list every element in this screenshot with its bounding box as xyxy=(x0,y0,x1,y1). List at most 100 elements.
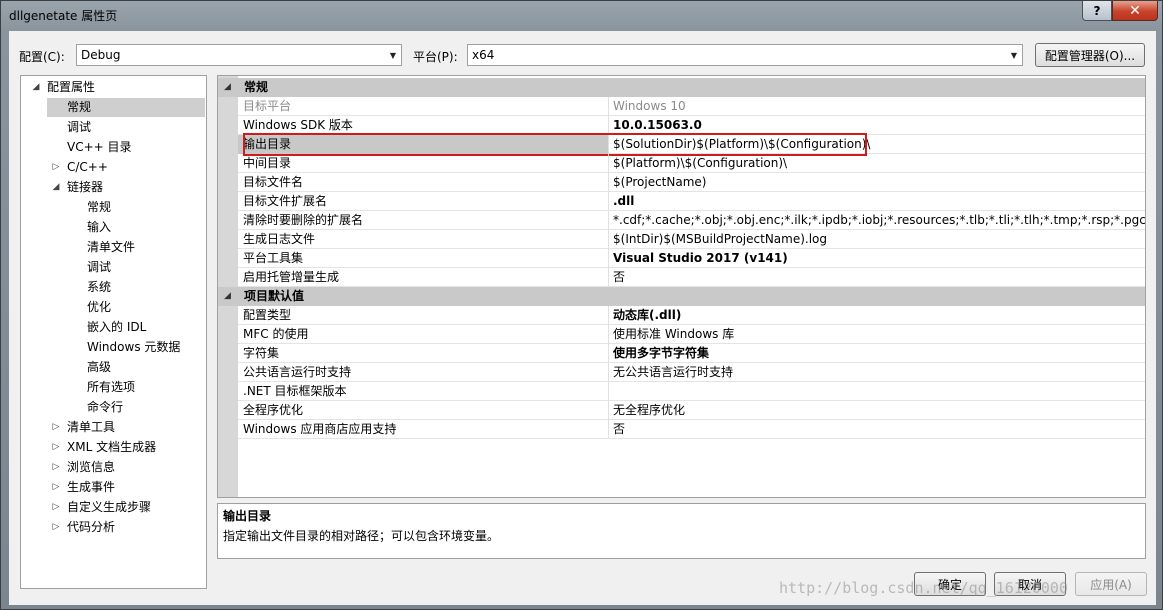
properties-dialog: dllgenetate 属性页 ? ✕ 配置(C): Debug ▼ 平台(P)… xyxy=(0,0,1163,610)
tree-item[interactable]: 代码分析 xyxy=(67,518,115,537)
tree-item[interactable]: 高级 xyxy=(87,358,111,377)
window-title: dllgenetate 属性页 xyxy=(9,9,118,23)
property-name: 全程序优化 xyxy=(238,401,609,420)
tree-item[interactable]: 优化 xyxy=(87,298,111,317)
property-name: 目标文件扩展名 xyxy=(238,192,609,211)
property-value[interactable]: $(ProjectName) xyxy=(610,173,1145,192)
property-name: 目标平台 xyxy=(238,97,609,116)
property-value[interactable]: 动态库(.dll) xyxy=(610,306,1145,325)
property-value[interactable]: 否 xyxy=(610,420,1145,439)
tree-item[interactable]: 所有选项 xyxy=(87,378,135,397)
property-row[interactable]: 公共语言运行时支持 无公共语言运行时支持 xyxy=(238,363,1145,382)
platform-label: 平台(P): xyxy=(413,50,458,64)
tree-item[interactable]: 链接器 xyxy=(67,178,103,197)
tree-item[interactable]: 嵌入的 IDL xyxy=(87,318,146,337)
property-name: 生成日志文件 xyxy=(238,230,609,249)
property-value[interactable]: .dll xyxy=(610,192,1145,211)
property-value[interactable]: 无全程序优化 xyxy=(610,401,1145,420)
platform-dropdown[interactable]: x64 ▼ xyxy=(467,44,1023,66)
title-bar[interactable]: dllgenetate 属性页 ? ✕ xyxy=(1,1,1162,31)
tree-item[interactable]: 输入 xyxy=(87,218,111,237)
expanded-triangle-icon[interactable]: ◢ xyxy=(224,287,231,306)
property-row[interactable]: 配置类型 动态库(.dll) xyxy=(238,306,1145,325)
property-row[interactable]: 目标平台 Windows 10 xyxy=(238,97,1145,116)
collapsed-triangle-icon[interactable]: ▷ xyxy=(51,462,61,472)
close-button[interactable]: ✕ xyxy=(1112,1,1158,21)
property-name: 中间目录 xyxy=(238,154,609,173)
title-bar-buttons: ? ✕ xyxy=(1082,1,1158,21)
collapsed-triangle-icon[interactable]: ▷ xyxy=(51,442,61,452)
chevron-down-icon: ▼ xyxy=(389,50,397,60)
tree-item[interactable]: 浏览信息 xyxy=(67,458,115,477)
collapsed-triangle-icon[interactable]: ▷ xyxy=(51,522,61,532)
collapsed-triangle-icon[interactable]: ▷ xyxy=(51,502,61,512)
watermark: http://blog.csdn.net/qq_16120000 xyxy=(779,579,1068,597)
tree-item[interactable]: VC++ 目录 xyxy=(67,138,132,157)
tree-item[interactable]: 系统 xyxy=(87,278,111,297)
property-tree[interactable]: ◢ 配置属性 常规 调试 VC++ 目录 ▷ C/C++ ◢ 链接器 常规 输入 清单文件 调试 系统 优化… xyxy=(20,75,207,589)
property-value[interactable]: 否 xyxy=(610,268,1145,287)
property-row[interactable]: Windows SDK 版本 10.0.15063.0 xyxy=(238,116,1145,135)
property-value[interactable]: 使用多字节字符集 xyxy=(610,344,1145,363)
collapsed-triangle-icon[interactable]: ▷ xyxy=(51,482,61,492)
property-row[interactable]: 生成日志文件 $(IntDir)$(MSBuildProjectName).log xyxy=(238,230,1145,249)
property-name: 目标文件名 xyxy=(238,173,609,192)
property-value[interactable]: $(IntDir)$(MSBuildProjectName).log xyxy=(610,230,1145,249)
tree-item[interactable]: 清单工具 xyxy=(67,418,115,437)
expanded-triangle-icon[interactable]: ◢ xyxy=(224,78,231,97)
tree-item[interactable]: 常规 xyxy=(87,198,111,217)
tree-item[interactable]: 生成事件 xyxy=(67,478,115,497)
property-value[interactable]: 10.0.15063.0 xyxy=(610,116,1145,135)
category-header[interactable]: ◢ 项目默认值 xyxy=(218,287,1145,306)
property-value[interactable] xyxy=(610,382,1145,401)
property-row[interactable]: 目标文件扩展名 .dll xyxy=(238,192,1145,211)
tree-item[interactable]: 自定义生成步骤 xyxy=(67,498,151,517)
property-name: .NET 目标框架版本 xyxy=(238,382,609,401)
expanded-triangle-icon[interactable]: ◢ xyxy=(31,82,41,92)
property-name: 配置类型 xyxy=(238,306,609,325)
property-row[interactable]: 目标文件名 $(ProjectName) xyxy=(238,173,1145,192)
tree-item[interactable]: Windows 元数据 xyxy=(87,338,180,357)
property-value[interactable]: $(Platform)\$(Configuration)\ xyxy=(610,154,1145,173)
platform-value: x64 xyxy=(472,48,495,62)
dialog-client-area: 配置(C): Debug ▼ 平台(P): x64 ▼ 配置管理器(O)... … xyxy=(9,31,1156,605)
description-title: 输出目录 xyxy=(223,509,272,523)
property-row[interactable]: 清除时要删除的扩展名 *.cdf;*.cache;*.obj;*.obj.enc;… xyxy=(238,211,1145,230)
config-dropdown[interactable]: Debug ▼ xyxy=(76,44,402,66)
property-row[interactable]: 字符集 使用多字节字符集 xyxy=(238,344,1145,363)
tree-item[interactable]: 常规 xyxy=(47,98,205,117)
property-grid[interactable]: ◢ 常规 目标平台 Windows 10 Windows SDK 版本 10.0.1506… xyxy=(217,75,1146,498)
config-label: 配置(C): xyxy=(19,50,65,64)
property-row[interactable]: 全程序优化 无全程序优化 xyxy=(238,401,1145,420)
config-value: Debug xyxy=(81,48,121,62)
property-row[interactable]: .NET 目标框架版本 xyxy=(238,382,1145,401)
tree-item[interactable]: 调试 xyxy=(87,258,111,277)
tree-item[interactable]: 命令行 xyxy=(87,398,123,417)
property-value[interactable]: 使用标准 Windows 库 xyxy=(610,325,1145,344)
property-row[interactable]: 平台工具集 Visual Studio 2017 (v141) xyxy=(238,249,1145,268)
category-header[interactable]: ◢ 常规 xyxy=(218,78,1145,97)
property-row[interactable]: 启用托管增量生成否 xyxy=(238,268,1145,287)
property-row[interactable]: Windows 应用商店应用支持否 xyxy=(238,420,1145,439)
property-row[interactable]: 输出目录 $(SolutionDir)$(Platform)\$(Configur… xyxy=(238,135,1145,154)
tree-item[interactable]: 清单文件 xyxy=(87,238,135,257)
expanded-triangle-icon[interactable]: ◢ xyxy=(51,182,61,192)
tree-item[interactable]: 配置属性 xyxy=(47,78,95,97)
collapsed-triangle-icon[interactable]: ▷ xyxy=(51,162,61,172)
config-manager-button[interactable]: 配置管理器(O)... xyxy=(1035,43,1145,67)
collapsed-triangle-icon[interactable]: ▷ xyxy=(51,422,61,432)
tree-item[interactable]: 调试 xyxy=(67,118,91,137)
chevron-down-icon: ▼ xyxy=(1010,50,1018,60)
property-value[interactable]: $(SolutionDir)$(Platform)\$(Configuratio… xyxy=(610,135,1145,154)
property-row[interactable]: MFC 的使用 使用标准 Windows 库 xyxy=(238,325,1145,344)
property-row[interactable]: 中间目录 $(Platform)\$(Configuration)\ xyxy=(238,154,1145,173)
apply-button[interactable]: 应用(A) xyxy=(1075,572,1147,596)
property-value[interactable]: 无公共语言运行时支持 xyxy=(610,363,1145,382)
help-button[interactable]: ? xyxy=(1082,1,1112,21)
description-panel: 输出目录 指定输出文件目录的相对路径；可以包含环境变量。 xyxy=(217,503,1146,559)
property-value[interactable]: Visual Studio 2017 (v141) xyxy=(610,249,1145,268)
tree-item[interactable]: XML 文档生成器 xyxy=(67,438,156,457)
property-value[interactable]: Windows 10 xyxy=(610,97,1145,116)
property-value[interactable]: *.cdf;*.cache;*.obj;*.obj.enc;*.ilk;*.ip… xyxy=(610,211,1145,230)
tree-item[interactable]: C/C++ xyxy=(67,158,108,177)
